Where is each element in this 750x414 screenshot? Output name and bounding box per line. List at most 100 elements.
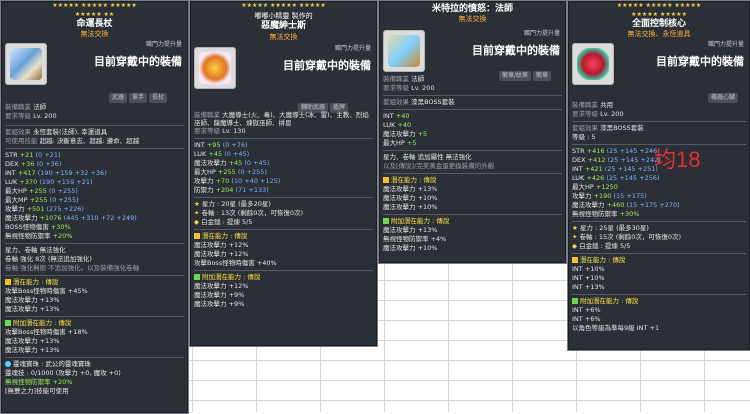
potential-title: 潛在能力 : 傳說 xyxy=(391,176,437,184)
star-force-line: 星力 : 25星 (最多30星) xyxy=(579,224,649,232)
stat-name: 防禦力 xyxy=(194,186,214,195)
stat-name: 攻擊力 xyxy=(572,192,592,200)
item-title: 惡魔紳士斯 xyxy=(260,21,306,32)
item-title: 命運長杖 xyxy=(76,19,113,29)
potential-line: 魔法攻擊力 +10% xyxy=(383,203,438,211)
stat-name: 最大HP xyxy=(194,168,216,177)
stat-breakdown: (15 +175 +270) xyxy=(626,201,680,209)
req-level: Lv. 200 xyxy=(411,84,435,92)
stat-breakdown: (0 +76) xyxy=(222,141,248,150)
req-job-label: 裝備職業 xyxy=(5,103,31,111)
tag-staff: 長杖 xyxy=(149,93,168,103)
stat-name: 魔法攻擊力 xyxy=(572,201,605,209)
req-level: Lv. 200 xyxy=(33,112,57,120)
stat-line: BOSS怪物傷害 +30% xyxy=(5,223,184,232)
potential-badge-icon xyxy=(194,233,200,240)
stat-line: 魔法攻擊力 +460 (15 +175 +270) xyxy=(572,201,746,210)
stat-breakdown: (190 +159 +32 +36) xyxy=(37,169,107,177)
extra-note: 卷軸 強化無限 不追加強化。以及裝備強化卷軸 xyxy=(5,264,140,272)
stat-line: INT +95 (0 +76) xyxy=(194,141,373,150)
stat-value: +36 xyxy=(20,160,35,168)
scroll-line: 卷軸 : 13次 (剩餘0次，可恢復0次) xyxy=(201,209,304,218)
star-force-line: 星力、卷軸 追加屬性 無法強化 xyxy=(383,153,472,161)
stat-line: 魔法攻擊力 +1076 (445 +310 +72 +249) xyxy=(5,214,184,223)
scroll-line: 卷軸 : 15次 (剩餘0次，可恢復0次) xyxy=(579,233,682,241)
star-rating-row: ★★★★★ ★★★★★ ★★★★★ xyxy=(241,2,326,9)
set-value: 漆黑BOSS套裝 xyxy=(411,98,455,106)
stat-line: STR +21 (0 +21) xyxy=(5,151,184,160)
potential-line: 魔法攻擊力 +12% xyxy=(194,241,249,250)
req-level-label: 要求等級 xyxy=(5,112,31,120)
stat-name: LUK xyxy=(383,121,396,129)
stat-line: 最大HP +255 (0 +255) xyxy=(194,168,373,177)
req-job: 大魔導士(火、毒)、大魔導士(冰、雷)、主教、烈焰巫師、龍魔導士、煉獄巫師、拼恩 xyxy=(194,111,369,128)
additional-potential-title: 附加潛在能力 : 傳說 xyxy=(13,319,72,327)
potential-line: 魔法攻擊力 +13% xyxy=(383,185,438,193)
stat-breakdown: (15 +175) xyxy=(613,192,647,200)
upgrade-label: 職門力提升量 xyxy=(523,30,560,37)
stat-line: 無視怪物防禦率 +20% xyxy=(5,232,184,241)
additional-potential-line: INT +6% xyxy=(572,306,601,314)
stat-value: +370 xyxy=(19,178,38,186)
additional-potential-badge-icon xyxy=(194,274,200,281)
skill-label: 可使用技能 xyxy=(5,137,38,145)
stat-value: +30% xyxy=(50,223,71,231)
additional-potential-line: 魔法攻擊力 +9% xyxy=(194,291,245,300)
additional-potential-title: 附加潛在能力 : 傳說 xyxy=(391,217,450,225)
stat-name: STR xyxy=(5,151,18,159)
soul-label: 靈魂寶珠 : 武公的靈魂寶珠 xyxy=(13,360,91,368)
star-force-line: 星力、卷軸 無法強化 xyxy=(5,246,66,254)
req-job-label: 裝備職業 xyxy=(572,101,598,109)
item-subtitle: 無法交換、永恆道具 xyxy=(627,30,691,39)
stat-line: 攻擊力 +190 (15 +175) xyxy=(572,192,746,201)
req-level: Lv. 200 xyxy=(600,110,624,118)
stat-value: +501 xyxy=(26,205,45,213)
req-level: Lv. 130 xyxy=(222,127,246,136)
soul-line: 靈魂技 : 0/1000 (攻擊力 +0, 魔攻 +0) xyxy=(5,369,121,377)
stat-line: 攻擊力 +70 (10 +40 +125) xyxy=(194,177,373,186)
stat-line: LUK +40 xyxy=(383,121,562,130)
additional-potential-line: INT +6% xyxy=(572,315,601,323)
req-level-label: 要求等級 xyxy=(194,127,220,136)
stat-breakdown: (0 +45) xyxy=(244,159,270,168)
soul-orb-icon xyxy=(5,361,11,367)
upgrade-label: 職門力提升量 xyxy=(334,45,371,53)
set-value: 永恆套裝(法師), 幸運道具 xyxy=(33,128,108,136)
additional-potential-badge-icon xyxy=(383,218,389,224)
star-rating-row: ★★★★★ ★★★★★ xyxy=(631,10,687,18)
stat-name: 最大HP xyxy=(383,139,405,147)
item-tooltip-staff: ★★★★★ ★★★★★ ★★★★★ ★★★★★ ★★ 命運長杖 無法交換 職門力… xyxy=(0,0,189,414)
handwritten-annotation: 均18 xyxy=(654,147,701,172)
stat-breakdown: (25 +145 +242) xyxy=(607,156,661,164)
platinum-hammer-line: 白金鎚 : 提煉 5/5 xyxy=(201,218,253,227)
upgrade-label: 職門力提升量 xyxy=(145,41,182,48)
stat-line: 防禦力 +204 (71 +133) xyxy=(194,186,373,195)
stat-name: INT xyxy=(194,141,205,150)
req-level-label: 要求等級 xyxy=(383,84,409,92)
stat-value: +40 xyxy=(395,112,410,120)
stat-value: +70 xyxy=(215,177,230,186)
stat-line: LUK +45 (0 +45) xyxy=(194,150,373,159)
stat-name: INT xyxy=(5,169,16,177)
potential-line: INT +10% xyxy=(572,265,605,273)
stat-breakdown: (0 +21) xyxy=(35,151,61,159)
stat-value: +416 xyxy=(586,147,605,155)
wearing-label: 目前穿戴中的裝備 xyxy=(283,59,371,73)
item-subtitle: 無法交換 xyxy=(458,15,487,24)
stat-name: DEX xyxy=(572,156,586,164)
req-level-label: 要求等級 xyxy=(572,110,598,118)
scroll-line: 卷軸 強化 8次 (無法追加強化) xyxy=(5,255,92,263)
additional-potential-badge-icon xyxy=(572,298,578,304)
star-force-line: 星力 : 20星 (最多20星) xyxy=(201,200,271,209)
additional-potential-line: 魔法攻擊力 +13% xyxy=(383,226,438,234)
stat-value: +255 xyxy=(29,196,48,204)
stat-name: 攻擊力 xyxy=(194,177,214,186)
stat-breakdown: (0 +255) xyxy=(237,168,267,177)
stat-value: +190 xyxy=(593,192,612,200)
stat-line: 最大HP +255 (0 +255) xyxy=(5,187,184,196)
stat-value: +30% xyxy=(619,210,640,218)
req-job: 法師 xyxy=(33,103,47,111)
set-label: 套組效果 xyxy=(383,98,409,106)
item-title: 米特拉的憤怒：法師 xyxy=(431,4,513,14)
stat-line: 無視怪物防禦率 +30% xyxy=(572,210,746,219)
